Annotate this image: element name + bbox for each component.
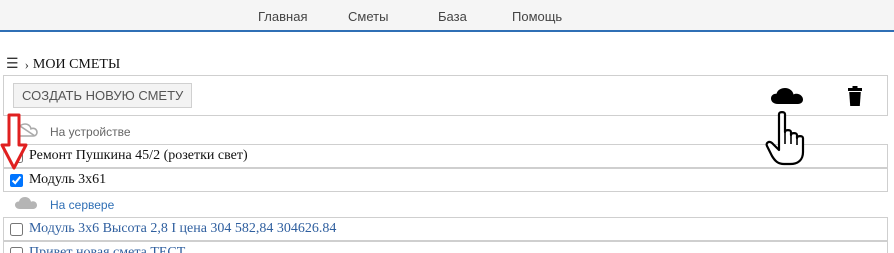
estimate-row[interactable]: Привет новая смета ТЕСТ xyxy=(3,241,888,253)
annotation-arrow-icon xyxy=(0,113,28,176)
section-on-device-label: На устройстве xyxy=(50,124,131,139)
estimate-name[interactable]: Модуль 3х61 xyxy=(29,172,106,188)
breadcrumb-separator: › xyxy=(24,56,29,72)
section-on-server-label: На сервере xyxy=(50,197,115,212)
page-title: МОИ СМЕТЫ xyxy=(32,56,121,72)
cloud-sync-icon[interactable] xyxy=(770,87,804,110)
breadcrumb: ☰ › МОИ СМЕТЫ xyxy=(6,56,120,73)
section-on-device[interactable]: На устройстве xyxy=(14,123,131,140)
hand-pointer-icon xyxy=(765,110,809,171)
nav-base-link[interactable]: База xyxy=(438,9,467,24)
estimate-row[interactable]: Ремонт Пушкина 45/2 (розетки свет) xyxy=(3,144,888,168)
estimate-checkbox[interactable] xyxy=(10,246,23,253)
top-navigation: Главная Сметы База Помощь xyxy=(0,0,894,32)
section-on-server[interactable]: На сервере xyxy=(14,196,114,213)
nav-help-link[interactable]: Помощь xyxy=(512,9,562,24)
create-new-estimate-button[interactable]: СОЗДАТЬ НОВУЮ СМЕТУ xyxy=(13,83,193,108)
estimate-name[interactable]: Привет новая смета ТЕСТ xyxy=(29,245,185,253)
cloud-icon xyxy=(14,196,38,213)
nav-home-link[interactable]: Главная xyxy=(258,9,307,24)
trash-icon[interactable] xyxy=(848,86,862,111)
estimates-toolbar: СОЗДАТЬ НОВУЮ СМЕТУ xyxy=(3,75,888,116)
nav-estimates-link[interactable]: Сметы xyxy=(348,9,388,24)
estimate-name[interactable]: Модуль 3х6 Высота 2,8 I цена 304 582,84 … xyxy=(29,221,336,237)
estimate-row[interactable]: Модуль 3х61 xyxy=(3,168,888,192)
estimate-name[interactable]: Ремонт Пушкина 45/2 (розетки свет) xyxy=(29,148,248,164)
estimate-checkbox[interactable] xyxy=(10,222,23,236)
hamburger-menu-icon[interactable]: ☰ xyxy=(6,56,19,73)
estimate-row[interactable]: Модуль 3х6 Высота 2,8 I цена 304 582,84 … xyxy=(3,217,888,241)
